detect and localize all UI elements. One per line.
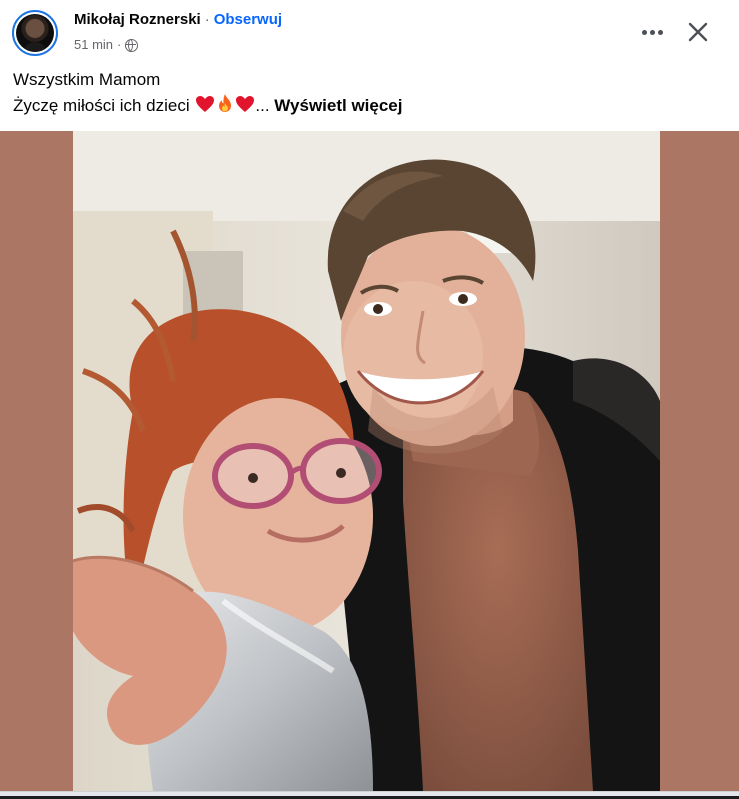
heart-icon <box>235 95 255 121</box>
post-text-line-2-body: Życzę miłości ich dzieci <box>13 96 190 115</box>
close-icon <box>688 22 708 42</box>
avatar-image <box>16 14 54 52</box>
post-text-line-2: Życzę miłości ich dzieci ... Wyświetl wi… <box>13 93 723 121</box>
more-options-icon-dot <box>649 29 655 35</box>
name-separator: · <box>204 11 210 28</box>
more-options-icon <box>641 29 647 35</box>
meta-separator: · <box>117 37 122 52</box>
author-avatar[interactable] <box>12 10 58 56</box>
more-options-icon-dot <box>657 29 663 35</box>
post-text: Wszystkim Mamom Życzę miłości ich dzieci… <box>13 67 723 121</box>
post-text-line-1: Wszystkim Mamom <box>13 70 161 89</box>
author-name[interactable]: Mikołaj Roznerski <box>74 11 201 28</box>
more-options-button[interactable] <box>636 16 668 48</box>
post-photo[interactable] <box>73 131 660 791</box>
follow-button[interactable]: Obserwuj <box>214 11 282 28</box>
globe-icon[interactable] <box>125 38 139 52</box>
post-media[interactable] <box>0 131 739 791</box>
fire-icon <box>216 93 234 121</box>
close-button[interactable] <box>680 14 716 50</box>
post-header: Mikołaj Roznerski · Obserwuj 51 min · <box>0 0 739 62</box>
page-bottom-edge <box>0 791 739 799</box>
photo <box>73 131 660 791</box>
post-meta: 51 min · <box>74 36 139 54</box>
ellipsis: ... <box>255 96 270 115</box>
see-more-link[interactable]: Wyświetl więcej <box>274 96 402 115</box>
heart-icon <box>195 95 215 121</box>
facebook-post: Mikołaj Roznerski · Obserwuj 51 min · Wszy… <box>0 0 739 799</box>
author-line: Mikołaj Roznerski · Obserwuj <box>74 10 282 30</box>
post-time[interactable]: 51 min <box>74 36 113 54</box>
